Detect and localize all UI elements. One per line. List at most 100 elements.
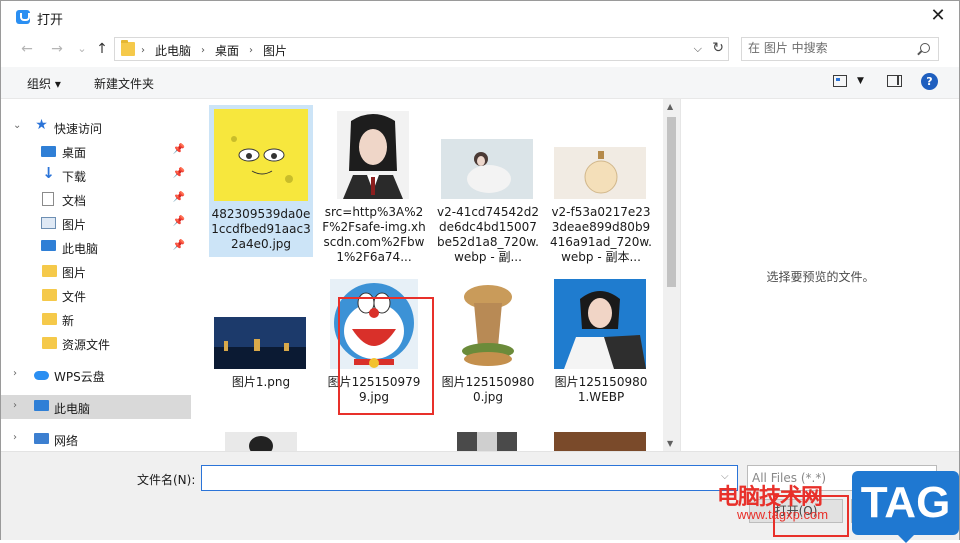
sidebar-label: WPS云盘 bbox=[54, 370, 105, 384]
file-name: src=http%3A%2F%2Fsafe-img.xhscdn.com%2Fb… bbox=[322, 205, 426, 264]
sidebar-label: 桌面 bbox=[62, 146, 87, 160]
file-list-scrollbar[interactable]: ▲ ▼ bbox=[663, 99, 680, 451]
sidebar-item-this-pc[interactable]: › 此电脑 bbox=[1, 395, 191, 419]
sidebar-item-pictures[interactable]: 图片 📌 bbox=[1, 211, 191, 235]
change-view-icon[interactable] bbox=[833, 75, 847, 87]
file-item[interactable]: v2-f53a0217e233deae899d80b9416a91ad_720w… bbox=[549, 105, 653, 273]
chevron-down-icon[interactable]: ⌵ bbox=[694, 42, 702, 56]
close-button[interactable]: ✕ bbox=[915, 1, 960, 33]
sidebar-item-folder-new[interactable]: 新 bbox=[1, 307, 191, 331]
file-item[interactable]: 482309539da0e1ccdfbed91aac32a4e0.jpg bbox=[209, 105, 313, 257]
file-name: 图片1251509800.jpg bbox=[441, 375, 535, 404]
file-item[interactable]: src=http%3A%2F%2Fsafe-img.xhscdn.com%2Fb… bbox=[322, 105, 426, 273]
sidebar-item-network[interactable]: › 网络 bbox=[1, 427, 191, 451]
forward-button[interactable]: → bbox=[46, 39, 68, 59]
view-options-caret-icon[interactable]: ▼ bbox=[857, 76, 864, 86]
desktop-icon bbox=[41, 146, 56, 157]
file-name: 图片1251509801.WEBP bbox=[554, 375, 648, 404]
file-name: 图片1.png bbox=[231, 375, 291, 389]
expand-arrow-icon[interactable]: › bbox=[13, 368, 17, 379]
file-thumbnail-partial bbox=[457, 432, 517, 451]
organize-button[interactable]: 组织 ▾ bbox=[27, 75, 61, 92]
pin-icon: 📌 bbox=[172, 192, 185, 203]
scroll-up-icon[interactable]: ▲ bbox=[667, 102, 673, 111]
computer-icon bbox=[34, 400, 49, 411]
up-button[interactable]: ↑ bbox=[91, 39, 113, 59]
search-icon[interactable] bbox=[920, 43, 930, 53]
file-thumbnail bbox=[446, 279, 530, 369]
back-button[interactable]: ← bbox=[16, 39, 38, 59]
preview-pane-icon[interactable] bbox=[887, 75, 902, 87]
sidebar-label: 此电脑 bbox=[62, 242, 99, 256]
dialog-title: 打开 bbox=[37, 13, 64, 28]
recent-locations-button[interactable]: ⌄ bbox=[71, 39, 93, 59]
sidebar-item-desktop[interactable]: 桌面 📌 bbox=[1, 139, 191, 163]
expand-arrow-icon[interactable]: › bbox=[13, 400, 17, 411]
filename-input[interactable] bbox=[201, 465, 738, 491]
sidebar-label: 新 bbox=[62, 314, 75, 328]
file-name: v2-41cd74542d2de6dc4bd15007be52d1a8_720w… bbox=[437, 205, 539, 264]
pin-icon: 📌 bbox=[172, 168, 185, 179]
sidebar-item-wps-cloud[interactable]: › WPS云盘 bbox=[1, 363, 191, 387]
sidebar-item-folder-pictures[interactable]: 图片 bbox=[1, 259, 191, 283]
file-thumbnail bbox=[214, 109, 308, 201]
scroll-down-icon[interactable]: ▼ bbox=[667, 439, 673, 448]
sidebar-label: 图片 bbox=[62, 266, 87, 280]
cloud-icon bbox=[34, 371, 49, 380]
toolbar: 组织 ▾ 新建文件夹 ▼ ? bbox=[1, 67, 959, 99]
breadcrumb-item-this-pc[interactable]: 此电脑 bbox=[155, 42, 191, 59]
sidebar-item-this-pc-pinned[interactable]: 此电脑 📌 bbox=[1, 235, 191, 259]
document-icon bbox=[42, 192, 54, 206]
expand-arrow-icon[interactable]: ⌄ bbox=[13, 120, 21, 131]
sidebar-label: 文档 bbox=[62, 194, 87, 208]
filename-label: 文件名(N): bbox=[137, 473, 196, 487]
breadcrumb-separator: › bbox=[249, 45, 254, 56]
file-thumbnail-partial bbox=[554, 432, 646, 451]
folder-icon bbox=[42, 265, 57, 277]
file-item[interactable]: v2-41cd74542d2de6dc4bd15007be52d1a8_720w… bbox=[436, 105, 540, 273]
expand-arrow-icon[interactable]: › bbox=[13, 432, 17, 443]
sidebar-label: 网络 bbox=[54, 434, 79, 448]
search-input[interactable] bbox=[748, 41, 908, 55]
search-box[interactable] bbox=[741, 37, 939, 61]
file-thumbnail bbox=[441, 139, 533, 199]
file-thumbnail bbox=[554, 147, 646, 199]
preview-message: 选择要预览的文件。 bbox=[766, 270, 875, 284]
breadcrumb: › 此电脑 › 桌面 › 图片 bbox=[141, 42, 287, 59]
sidebar-label: 资源文件 bbox=[62, 338, 111, 352]
sidebar-item-quick-access[interactable]: ⌄ ★ 快速访问 bbox=[1, 115, 191, 139]
new-folder-button[interactable]: 新建文件夹 bbox=[94, 75, 154, 92]
network-icon bbox=[34, 433, 49, 444]
sidebar-item-folder-files[interactable]: 文件 bbox=[1, 283, 191, 307]
sidebar-item-documents[interactable]: 文档 📌 bbox=[1, 187, 191, 211]
breadcrumb-item-desktop[interactable]: 桌面 bbox=[215, 42, 239, 59]
sidebar-item-folder-resources[interactable]: 资源文件 bbox=[1, 331, 191, 355]
star-icon: ★ bbox=[35, 117, 48, 133]
pictures-icon bbox=[41, 217, 56, 229]
file-thumbnail bbox=[214, 317, 306, 369]
file-item[interactable]: 图片1251509800.jpg bbox=[436, 275, 540, 405]
breadcrumb-item-pictures[interactable]: 图片 bbox=[263, 42, 287, 59]
highlight-box bbox=[338, 297, 434, 415]
folder-icon bbox=[42, 289, 57, 301]
file-thumbnail bbox=[554, 279, 646, 369]
address-bar[interactable]: › 此电脑 › 桌面 › 图片 ⌵ ↻ bbox=[114, 37, 729, 61]
preview-pane: 选择要预览的文件。 bbox=[680, 99, 959, 451]
pin-icon: 📌 bbox=[172, 240, 185, 251]
sidebar-item-downloads[interactable]: ↓ 下载 📌 bbox=[1, 163, 191, 187]
file-item[interactable]: 图片1251509801.WEBP bbox=[549, 275, 653, 425]
file-thumbnail bbox=[337, 111, 409, 199]
help-icon[interactable]: ? bbox=[921, 73, 938, 90]
pin-icon: 📌 bbox=[172, 144, 185, 155]
computer-icon bbox=[41, 240, 56, 251]
file-item[interactable]: 图片1.png bbox=[209, 275, 313, 389]
file-thumbnail-partial bbox=[225, 432, 297, 451]
breadcrumb-separator: › bbox=[141, 45, 145, 56]
download-icon: ↓ bbox=[42, 164, 55, 182]
sidebar-label: 图片 bbox=[62, 218, 87, 232]
watermark-logo: TAG bbox=[852, 471, 959, 543]
sidebar-label: 快速访问 bbox=[54, 122, 103, 136]
refresh-icon[interactable]: ↻ bbox=[712, 40, 724, 56]
scrollbar-thumb[interactable] bbox=[667, 117, 676, 287]
folder-icon bbox=[42, 313, 57, 325]
